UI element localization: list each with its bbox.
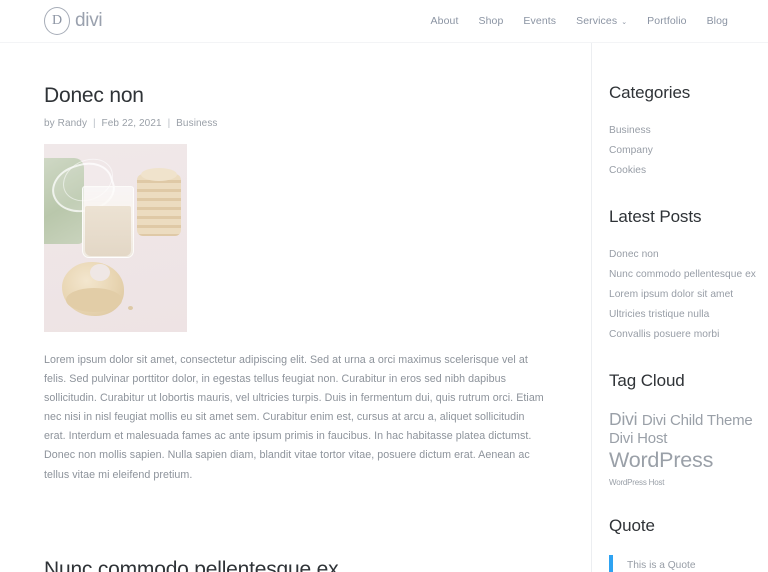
categories-list: Business Company Cookies: [609, 122, 758, 181]
nav-item-about[interactable]: About: [431, 15, 459, 27]
photo-milk-shape: [85, 206, 131, 257]
blog-post-item: Nunc commodo pellentesque ex by Randy | …: [44, 557, 547, 572]
quote-block: This is a Quote: [609, 555, 758, 572]
widget-latest-posts: Latest Posts Donec non Nunc commodo pell…: [609, 207, 758, 345]
tag-divi-host[interactable]: Divi Host: [609, 430, 667, 447]
category-item-business[interactable]: Business: [609, 122, 758, 141]
widget-title: Categories: [609, 83, 691, 102]
nav-label: Events: [523, 15, 557, 27]
latest-posts-list: Donec non Nunc commodo pellentesque ex L…: [609, 246, 758, 344]
nav-item-services[interactable]: Services ⌄: [576, 15, 627, 27]
post-featured-image[interactable]: [44, 144, 187, 333]
tag-cloud-list: Divi Divi Child Theme Divi Host WordPres…: [609, 409, 758, 490]
site-logo-text: divi: [75, 10, 103, 31]
post-title[interactable]: Donec non: [44, 83, 547, 109]
post-spacer: [44, 493, 547, 557]
post-title[interactable]: Nunc commodo pellentesque ex: [44, 557, 547, 572]
nav-label: About: [430, 15, 459, 27]
post-category[interactable]: Business: [176, 118, 217, 129]
photo-crumb-shape: [128, 306, 133, 311]
nav-item-events[interactable]: Events: [523, 15, 556, 27]
photo-cookie-stack-shape: [137, 174, 181, 237]
divi-logo-icon: D: [44, 7, 70, 35]
tag-divi[interactable]: Divi: [609, 409, 638, 429]
sidebar: Categories Business Company Cookies Late…: [591, 43, 768, 572]
blog-post-item: Donec non by Randy | Feb 22, 2021 | Busi…: [44, 83, 547, 485]
widget-title: Quote: [609, 515, 655, 535]
category-item-company[interactable]: Company: [609, 142, 758, 161]
post-excerpt: Lorem ipsum dolor sit amet, consectetur …: [44, 354, 544, 481]
widget-title: Tag Cloud: [609, 370, 685, 390]
latest-post-item[interactable]: Lorem ipsum dolor sit amet: [609, 286, 758, 305]
category-item-cookies[interactable]: Cookies: [609, 162, 758, 181]
nav-label: Shop: [478, 15, 504, 27]
meta-separator: |: [92, 118, 96, 130]
site-header: D divi About Shop Events Services ⌄ Port…: [0, 0, 768, 43]
nav-label: Services: [576, 15, 618, 27]
nav-item-blog[interactable]: Blog: [707, 15, 728, 27]
site-logo[interactable]: D divi: [44, 7, 103, 35]
post-author[interactable]: by Randy: [44, 118, 87, 129]
tag-divi-child-theme[interactable]: Divi Child Theme: [642, 412, 753, 429]
page-body: Donec non by Randy | Feb 22, 2021 | Busi…: [0, 43, 768, 572]
nav-label: Portfolio: [647, 15, 687, 27]
widget-categories: Categories Business Company Cookies: [609, 83, 758, 181]
meta-separator: |: [167, 118, 171, 130]
latest-post-item[interactable]: Ultricies tristique nulla: [609, 306, 758, 325]
quote-text: This is a Quote: [627, 560, 696, 572]
post-meta: by Randy | Feb 22, 2021 | Business: [44, 118, 547, 129]
nav-label: Blog: [706, 15, 728, 27]
tag-wordpress[interactable]: WordPress: [609, 448, 713, 472]
nav-item-shop[interactable]: Shop: [478, 15, 503, 27]
widget-tag-cloud: Tag Cloud Divi Divi Child Theme Divi Hos…: [609, 371, 758, 490]
primary-navigation: About Shop Events Services ⌄ Portfolio B…: [431, 15, 728, 27]
latest-post-item[interactable]: Convallis posuere morbi: [609, 326, 758, 345]
nav-item-portfolio[interactable]: Portfolio: [647, 15, 686, 27]
chevron-down-icon: ⌄: [621, 19, 628, 26]
blog-post-list: Donec non by Randy | Feb 22, 2021 | Busi…: [0, 43, 591, 572]
widget-quote: Quote This is a Quote: [609, 516, 758, 572]
latest-post-item[interactable]: Donec non: [609, 246, 758, 265]
widget-title: Latest Posts: [609, 207, 702, 227]
latest-post-item[interactable]: Nunc commodo pellentesque ex: [609, 266, 758, 285]
tag-wordpress-host[interactable]: WordPress Host: [609, 478, 664, 487]
post-date[interactable]: Feb 22, 2021: [102, 118, 162, 129]
